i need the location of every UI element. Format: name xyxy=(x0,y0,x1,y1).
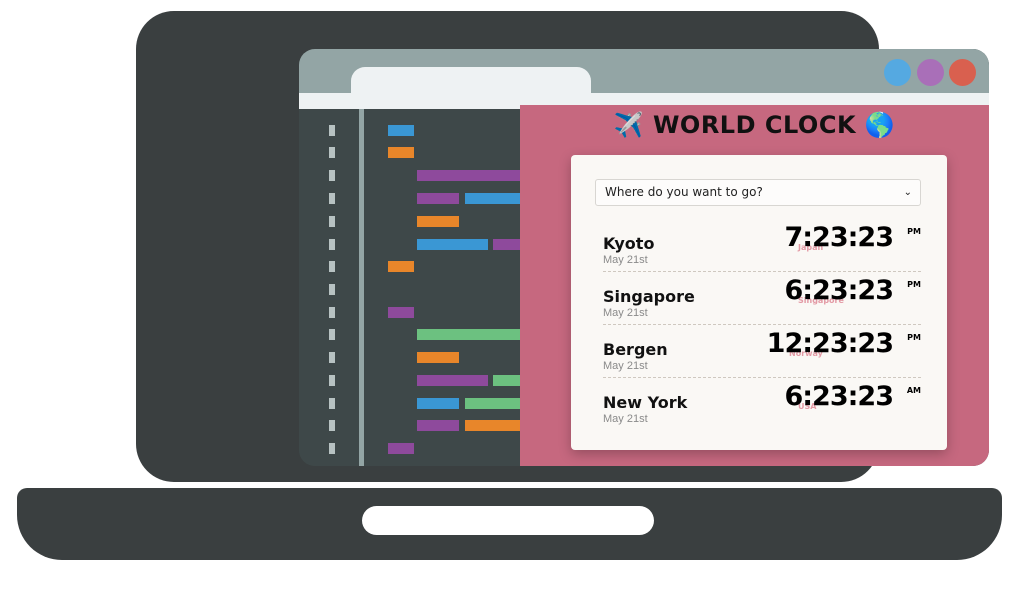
code-token xyxy=(417,352,459,363)
clock-row-singapore: Singapore May 21st Singapore 6:23:23 PM xyxy=(603,272,921,325)
code-token xyxy=(465,193,520,204)
city-name: Kyoto xyxy=(603,234,655,253)
code-token xyxy=(388,147,414,158)
line-number-mark xyxy=(329,329,335,340)
globe-icon: 🌎 xyxy=(864,111,896,139)
city-date: May 21st xyxy=(603,254,648,266)
city-date: May 21st xyxy=(603,307,648,319)
line-number-mark xyxy=(329,216,335,227)
am-pm-label: PM xyxy=(907,227,921,236)
code-token xyxy=(417,375,488,386)
code-token xyxy=(388,261,414,272)
city-time: 7:23:23 xyxy=(784,222,894,253)
line-number-mark xyxy=(329,420,335,431)
code-token xyxy=(417,329,520,340)
line-number-mark xyxy=(329,307,335,318)
am-pm-label: PM xyxy=(907,280,921,289)
city-name: Bergen xyxy=(603,340,668,359)
app-title-text: WORLD CLOCK xyxy=(652,111,857,139)
app-title: ✈️ WORLD CLOCK 🌎 xyxy=(520,111,989,139)
am-pm-label: AM xyxy=(906,386,921,395)
city-time: 6:23:23 xyxy=(784,381,894,412)
city-time: 12:23:23 xyxy=(766,328,894,359)
city-time: 6:23:23 xyxy=(784,275,894,306)
city-select[interactable]: Where do you want to go? ⌄ xyxy=(595,179,921,206)
chevron-down-icon: ⌄ xyxy=(903,187,912,198)
city-name: New York xyxy=(603,393,688,412)
line-number-mark xyxy=(329,147,335,158)
line-number-mark xyxy=(329,284,335,295)
world-clock-app: ✈️ WORLD CLOCK 🌎 Where do you want to go… xyxy=(520,105,989,466)
airplane-icon: ✈️ xyxy=(613,111,645,139)
city-select-placeholder: Where do you want to go? xyxy=(605,185,763,199)
line-number-mark xyxy=(329,261,335,272)
clock-row-kyoto: Kyoto May 21st Japan 7:23:23 PM xyxy=(603,219,921,272)
window-dot-purple[interactable] xyxy=(917,59,944,86)
code-token xyxy=(417,193,459,204)
city-date: May 21st xyxy=(603,360,648,372)
line-number-mark xyxy=(329,125,335,136)
code-token xyxy=(417,420,459,431)
am-pm-label: PM xyxy=(907,333,921,342)
laptop-lid: ✈️ WORLD CLOCK 🌎 Where do you want to go… xyxy=(136,11,989,482)
code-token xyxy=(388,443,414,454)
code-token xyxy=(465,420,520,431)
line-number-mark xyxy=(329,352,335,363)
window-dot-red[interactable] xyxy=(949,59,976,86)
line-number-mark xyxy=(329,443,335,454)
laptop-screen: ✈️ WORLD CLOCK 🌎 Where do you want to go… xyxy=(299,49,989,466)
code-token xyxy=(417,216,459,227)
clock-row-bergen: Bergen May 21st Norway 12:23:23 PM xyxy=(603,325,921,378)
city-name: Singapore xyxy=(603,287,695,306)
code-token xyxy=(493,239,520,250)
line-number-mark xyxy=(329,239,335,250)
code-editor-illustration xyxy=(299,109,520,466)
code-token xyxy=(417,398,459,409)
clock-row-new-york: New York May 21st USA 6:23:23 AM xyxy=(603,378,921,430)
line-number-mark xyxy=(329,398,335,409)
clock-card: Where do you want to go? ⌄ Kyoto May 21s… xyxy=(571,155,947,450)
code-token xyxy=(388,307,414,318)
line-number-mark xyxy=(329,170,335,181)
code-token xyxy=(493,375,520,386)
city-date: May 21st xyxy=(603,413,648,425)
editor-gutter xyxy=(359,109,364,466)
laptop-base xyxy=(17,488,1002,560)
code-token xyxy=(417,170,520,181)
code-token xyxy=(417,239,488,250)
line-number-mark xyxy=(329,375,335,386)
laptop-trackpad xyxy=(362,506,654,535)
window-dot-blue[interactable] xyxy=(884,59,911,86)
line-number-mark xyxy=(329,193,335,204)
code-token xyxy=(465,398,520,409)
code-token xyxy=(388,125,414,136)
